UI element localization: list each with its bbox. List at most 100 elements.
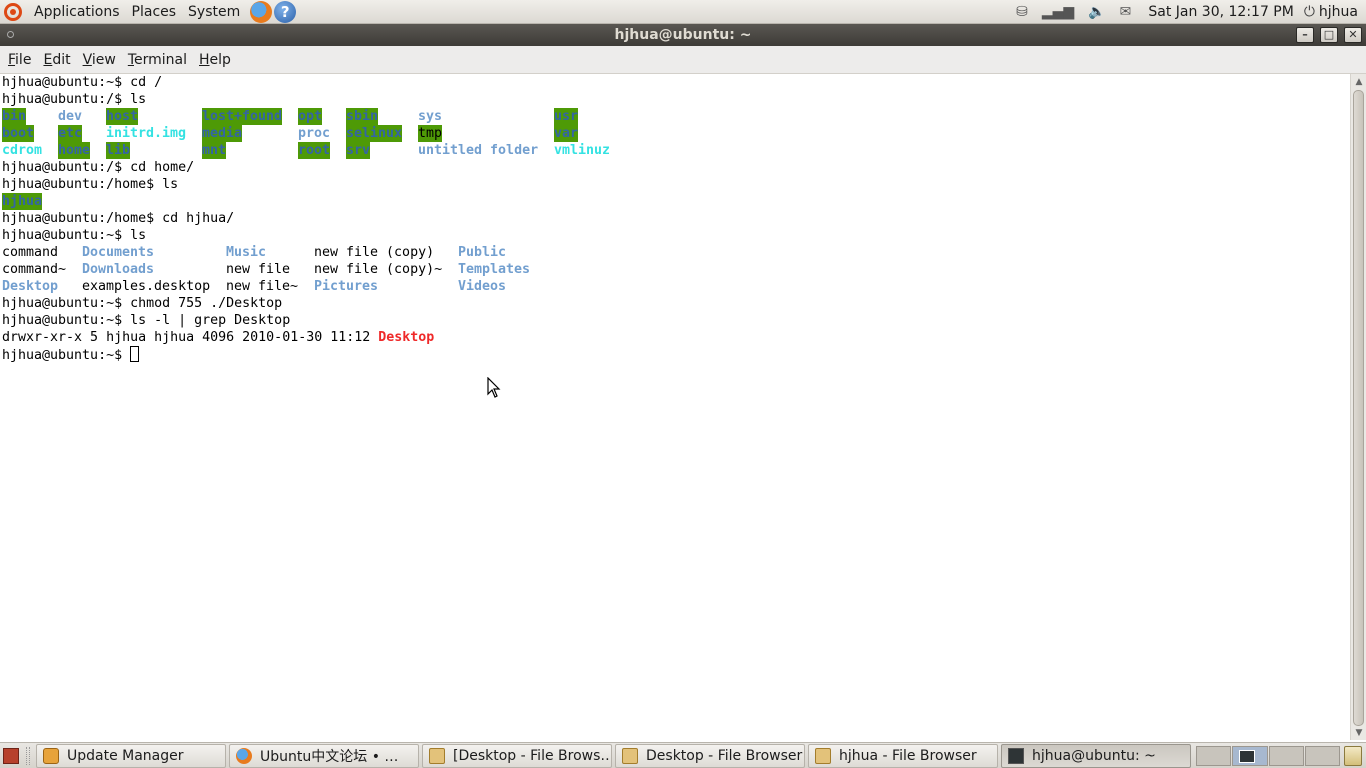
ls-entry: vmlinuz bbox=[554, 143, 611, 158]
trash-icon[interactable] bbox=[1344, 746, 1362, 766]
task-file-browser-hjhua[interactable]: hjhua - File Browser bbox=[808, 744, 998, 768]
close-button[interactable]: ✕ bbox=[1344, 27, 1362, 43]
ls-entry: Desktop bbox=[378, 330, 435, 345]
task-label: Ubuntu中文论坛 • … bbox=[260, 749, 399, 765]
ls-entry: proc bbox=[298, 126, 331, 141]
folder-icon bbox=[622, 748, 638, 764]
bottom-panel: Update Manager Ubuntu中文论坛 • … [Desktop -… bbox=[0, 742, 1366, 768]
ls-entry: new file bbox=[226, 262, 291, 277]
clock[interactable]: Sat Jan 30, 12:17 PM bbox=[1138, 4, 1303, 20]
task-update-manager[interactable]: Update Manager bbox=[36, 744, 226, 768]
menu-help-label: elp bbox=[209, 51, 231, 68]
window-titlebar[interactable]: hjhua@ubuntu: ~ – □ ✕ bbox=[0, 24, 1366, 46]
ls-entry: initrd.img bbox=[106, 126, 187, 141]
scroll-down-icon[interactable]: ▼ bbox=[1354, 728, 1364, 738]
volume-icon[interactable]: 🔈 bbox=[1088, 4, 1105, 20]
update-manager-icon bbox=[43, 748, 59, 764]
menu-file-accel: F bbox=[8, 51, 16, 68]
task-file-browser-desktop-1[interactable]: [Desktop - File Brows… bbox=[422, 744, 612, 768]
folder-icon bbox=[815, 748, 831, 764]
menu-help-accel: H bbox=[199, 51, 210, 68]
ls-entry: lost+found bbox=[202, 108, 283, 125]
system-menu[interactable]: System bbox=[182, 0, 246, 24]
ls-entry: Documents bbox=[82, 245, 155, 260]
terminal-line: hjhua@ubuntu:/home$ cd hjhua/ bbox=[2, 211, 235, 226]
terminal-line: hjhua@ubuntu:/$ cd home/ bbox=[2, 160, 195, 175]
ls-row: hjhua bbox=[2, 193, 102, 210]
network-icon[interactable]: ▂▄▆ bbox=[1042, 4, 1074, 20]
workspace-switcher bbox=[1196, 746, 1340, 766]
ls-entry: selinux bbox=[346, 125, 403, 142]
menu-file-label: ile bbox=[15, 51, 32, 68]
scroll-up-icon[interactable]: ▲ bbox=[1354, 77, 1364, 87]
system-tray: ⛁ ▂▄▆ 🔈 ✉ Sat Jan 30, 12:17 PM ⏻ hjhua bbox=[1009, 0, 1366, 24]
menu-edit-label: dit bbox=[52, 51, 71, 68]
terminal-output[interactable]: hjhua@ubuntu:~$ cd / hjhua@ubuntu:/$ ls … bbox=[0, 74, 1350, 740]
ls-entry: bin bbox=[2, 108, 27, 125]
terminal-line: hjhua@ubuntu:~$ cd / bbox=[2, 75, 163, 90]
ls-entry: opt bbox=[298, 108, 323, 125]
ls-entry: cdrom bbox=[2, 143, 43, 158]
panel-handle[interactable] bbox=[26, 747, 30, 765]
ls-entry: srv bbox=[346, 142, 371, 159]
task-firefox[interactable]: Ubuntu中文论坛 • … bbox=[229, 744, 419, 768]
ls-entry: mnt bbox=[202, 142, 227, 159]
minimize-button[interactable]: – bbox=[1296, 27, 1314, 43]
user-menu[interactable]: ⏻ hjhua bbox=[1304, 4, 1366, 20]
menu-view-label: iew bbox=[91, 51, 116, 68]
prompt-line[interactable]: hjhua@ubuntu:~$ bbox=[2, 346, 140, 363]
ls-entry: Videos bbox=[458, 279, 507, 294]
task-label: hjhua@ubuntu: ~ bbox=[1032, 748, 1156, 764]
show-desktop-icon[interactable] bbox=[3, 748, 19, 764]
mouse-pointer-icon bbox=[487, 377, 501, 398]
window-menu-icon[interactable] bbox=[7, 31, 14, 38]
workspace-4[interactable] bbox=[1304, 746, 1340, 766]
applications-menu[interactable]: Applications bbox=[28, 0, 126, 24]
ubuntu-logo-icon[interactable] bbox=[4, 2, 22, 21]
menu-edit[interactable]: Edit bbox=[37, 52, 76, 68]
ls-entry: home bbox=[58, 142, 91, 159]
workspace-3[interactable] bbox=[1268, 746, 1304, 766]
terminal-line: hjhua@ubuntu:~$ ls bbox=[2, 228, 147, 243]
disk-icon[interactable]: ⛁ bbox=[1016, 4, 1028, 20]
ls-entry: untitled folder bbox=[418, 143, 539, 158]
prompt: hjhua@ubuntu:~$ bbox=[2, 348, 131, 363]
task-label: hjhua - File Browser bbox=[839, 748, 977, 764]
places-menu[interactable]: Places bbox=[126, 0, 183, 24]
window-controls: – □ ✕ bbox=[1296, 27, 1362, 43]
ls-entry: examples.desktop bbox=[82, 279, 211, 294]
workspace-2[interactable] bbox=[1232, 746, 1268, 766]
workspace-1[interactable] bbox=[1196, 746, 1232, 766]
mail-icon[interactable]: ✉ bbox=[1120, 4, 1132, 20]
ls-entry: sbin bbox=[346, 108, 379, 125]
ls-row: command Documents Music new file (copy) … bbox=[2, 244, 1342, 261]
menu-help[interactable]: Help bbox=[193, 52, 237, 68]
terminal-scrollbar[interactable]: ▲ ▼ bbox=[1350, 74, 1366, 740]
ls-entry: Templates bbox=[458, 262, 531, 277]
task-file-browser-desktop-2[interactable]: Desktop - File Browser bbox=[615, 744, 805, 768]
folder-icon bbox=[429, 748, 445, 764]
terminal-icon bbox=[1008, 748, 1024, 764]
task-terminal[interactable]: hjhua@ubuntu: ~ bbox=[1001, 744, 1191, 768]
ls-entry: hjhua bbox=[2, 193, 43, 210]
ls-entry: var bbox=[554, 125, 579, 142]
terminal-menubar: File Edit View Terminal Help bbox=[0, 46, 1366, 74]
scrollbar-thumb[interactable] bbox=[1353, 90, 1364, 726]
menu-view[interactable]: View bbox=[77, 52, 122, 68]
ls-row: boot etc initrd.img media proc selinux t… bbox=[2, 125, 1342, 142]
help-icon[interactable]: ? bbox=[274, 0, 297, 23]
ls-entry: tmp bbox=[418, 125, 443, 142]
ls-entry: lib bbox=[106, 142, 131, 159]
ls-entry: dev bbox=[58, 109, 83, 124]
terminal-line: hjhua@ubuntu:/$ ls bbox=[2, 92, 147, 107]
terminal-line: hjhua@ubuntu:~$ chmod 755 ./Desktop bbox=[2, 296, 283, 311]
menu-file[interactable]: File bbox=[2, 52, 37, 68]
ls-long-row: drwxr-xr-x 5 hjhua hjhua 4096 2010-01-30… bbox=[2, 329, 434, 346]
ls-entry: new file~ bbox=[226, 279, 299, 294]
ls-long-details: drwxr-xr-x 5 hjhua hjhua 4096 2010-01-30… bbox=[2, 330, 379, 345]
menu-terminal[interactable]: Terminal bbox=[122, 52, 193, 68]
maximize-button[interactable]: □ bbox=[1320, 27, 1338, 43]
task-label: [Desktop - File Brows… bbox=[453, 748, 612, 764]
ls-entry: new file (copy)~ bbox=[314, 262, 443, 277]
firefox-launcher-icon[interactable] bbox=[250, 0, 273, 23]
